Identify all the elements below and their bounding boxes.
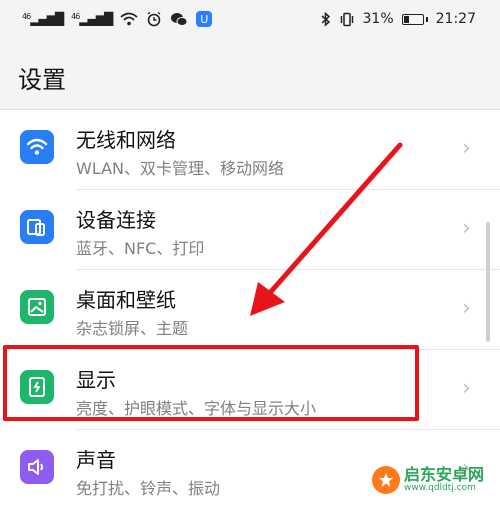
watermark-logo-icon bbox=[372, 466, 400, 494]
watermark: 启东安卓网 www.qdldtj.com bbox=[372, 460, 498, 500]
annotation-arrow bbox=[250, 142, 403, 316]
watermark-name: 启东安卓网 bbox=[404, 464, 485, 484]
watermark-url: www.qdldtj.com bbox=[404, 482, 476, 493]
